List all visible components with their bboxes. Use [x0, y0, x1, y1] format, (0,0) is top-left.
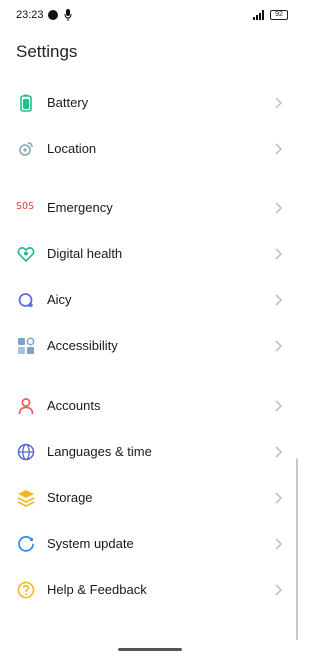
battery-status-icon: 92 [270, 10, 288, 20]
status-time: 23:23 [16, 9, 44, 21]
chevron-right-icon [275, 294, 282, 306]
settings-item-label: Languages & time [47, 444, 152, 459]
aicy-icon [18, 293, 33, 308]
signal-icon [253, 10, 264, 20]
chevron-right-icon [275, 202, 282, 214]
settings-item-digital-health[interactable]: Digital health [0, 231, 296, 277]
settings-item-location[interactable]: Location [0, 126, 296, 172]
settings-item-label: Help & Feedback [47, 582, 147, 597]
help-icon [17, 581, 35, 599]
chevron-right-icon [275, 97, 282, 109]
settings-item-label: Location [47, 141, 97, 156]
globe-icon [17, 443, 35, 461]
settings-item-label: Aicy [47, 292, 72, 307]
home-indicator[interactable] [118, 648, 182, 651]
microphone-icon [64, 9, 72, 21]
settings-item-label: System update [47, 536, 134, 551]
settings-item-accessibility[interactable]: Accessibility [0, 323, 296, 369]
settings-item-label: Accessibility [47, 338, 118, 353]
chevron-right-icon [275, 143, 282, 155]
scrollbar[interactable] [296, 458, 298, 640]
settings-item-system-update[interactable]: System update [0, 521, 296, 567]
settings-item-label: Accounts [47, 398, 101, 413]
chevron-right-icon [275, 446, 282, 458]
settings-item-languages-time[interactable]: Languages & time [0, 429, 296, 475]
chevron-right-icon [275, 538, 282, 550]
settings-item-emergency[interactable]: SOS Emergency [0, 185, 296, 231]
settings-item-label: Battery [47, 95, 89, 110]
battery-level: 92 [275, 11, 283, 18]
settings-item-storage[interactable]: Storage [0, 475, 296, 521]
accessibility-icon [18, 337, 35, 354]
chevron-right-icon [275, 400, 282, 412]
chevron-right-icon [275, 248, 282, 260]
location-icon [19, 142, 33, 156]
settings-item-label: Storage [47, 490, 93, 505]
chevron-right-icon [275, 340, 282, 352]
system-update-icon [18, 536, 34, 552]
page-title: Settings [16, 42, 78, 61]
notification-icon [48, 10, 58, 20]
sos-icon: SOS [16, 201, 35, 212]
storage-icon [17, 490, 35, 507]
digital-health-icon [17, 247, 35, 263]
status-bar: 23:23 92 [0, 0, 300, 30]
accounts-icon [18, 398, 34, 415]
settings-item-accounts[interactable]: Accounts [0, 383, 296, 429]
chevron-right-icon [275, 492, 282, 504]
settings-item-aicy[interactable]: Aicy [0, 277, 296, 323]
settings-item-label: Emergency [47, 200, 113, 215]
chevron-right-icon [275, 584, 282, 596]
settings-item-battery[interactable]: Battery [0, 80, 296, 126]
settings-item-help-feedback[interactable]: Help & Feedback [0, 567, 296, 613]
settings-item-label: Digital health [47, 246, 123, 261]
battery-icon [20, 94, 32, 112]
